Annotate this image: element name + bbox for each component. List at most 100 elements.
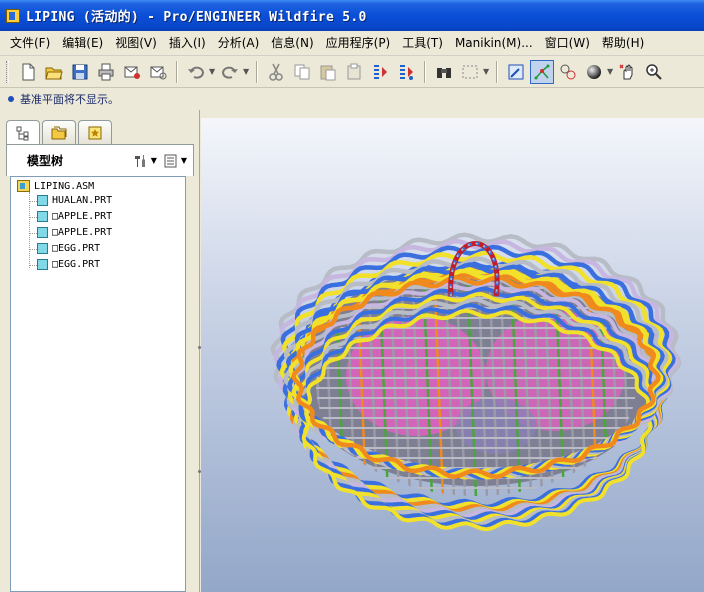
menu-info[interactable]: 信息(N) — [265, 31, 319, 56]
tree-root-node[interactable]: LIPING.ASM — [17, 180, 94, 192]
tree-connector — [29, 192, 30, 268]
scissors-icon — [269, 63, 283, 81]
model-tree-icon — [16, 126, 29, 141]
tree-item[interactable]: □APPLE.PRT — [37, 211, 112, 222]
orient-icon — [560, 64, 576, 79]
graphics-viewport[interactable] — [201, 118, 704, 592]
email-attach-button[interactable] — [146, 60, 170, 84]
shading-dropdown-icon[interactable]: ▼ — [607, 67, 615, 76]
settings-dropdown-icon: ▼ — [150, 156, 157, 165]
copy-icon — [294, 64, 310, 79]
regenerate-manager-icon — [400, 64, 413, 80]
copy-button[interactable] — [290, 60, 314, 84]
regenerate-manager-button[interactable] — [394, 60, 418, 84]
menu-analysis[interactable]: 分析(A) — [212, 31, 266, 56]
menu-window[interactable]: 窗口(W) — [539, 31, 596, 56]
part-icon — [37, 227, 48, 238]
mail-icon — [124, 66, 140, 79]
shading-button[interactable] — [582, 60, 606, 84]
regenerate-button[interactable] — [368, 60, 392, 84]
main-toolbar: ▼ ▼ ▼ ▼ — [0, 56, 704, 88]
show-list-icon — [164, 154, 177, 167]
dynamic-orient-button[interactable] — [616, 60, 640, 84]
spin-center-icon — [534, 64, 550, 79]
regenerate-icon — [374, 64, 387, 79]
open-folder-icon — [45, 67, 63, 79]
model-tree-title: 模型树 — [27, 154, 64, 168]
print-button[interactable] — [94, 60, 118, 84]
menu-manikin[interactable]: Manikin(M)... — [449, 31, 539, 56]
folder-browser-icon — [51, 126, 67, 139]
menu-tools[interactable]: 工具(T) — [396, 31, 449, 56]
basket-model-render — [270, 232, 682, 532]
save-icon — [72, 64, 88, 79]
binoculars-icon — [437, 67, 451, 78]
tree-show-button[interactable]: ▼ — [163, 153, 187, 169]
menu-view[interactable]: 视图(V) — [109, 31, 163, 56]
paste-special-icon — [347, 63, 361, 79]
toolbar-separator — [256, 60, 258, 83]
menu-edit[interactable]: 编辑(E) — [56, 31, 109, 56]
new-file-icon — [22, 63, 35, 80]
menu-help[interactable]: 帮助(H) — [596, 31, 650, 56]
assembly-icon — [17, 180, 30, 192]
part-icon — [37, 243, 48, 254]
find-button[interactable] — [432, 60, 456, 84]
redo-dropdown-icon[interactable]: ▼ — [243, 67, 251, 76]
menu-applications[interactable]: 应用程序(P) — [320, 31, 397, 56]
menu-file[interactable]: 文件(F) — [4, 31, 56, 56]
hand-icon — [619, 63, 633, 79]
select-box-icon — [462, 65, 478, 78]
message-area: 基准平面将不显示。 — [0, 88, 704, 110]
sphere-icon — [587, 64, 601, 79]
tree-item-label: HUALAN.PRT — [52, 195, 113, 206]
printer-icon — [98, 63, 114, 80]
tree-item-label: □APPLE.PRT — [52, 211, 113, 222]
tree-connector — [29, 265, 37, 266]
orient-button[interactable] — [556, 60, 580, 84]
tree-item[interactable]: □APPLE.PRT — [37, 227, 112, 238]
cut-button[interactable] — [264, 60, 288, 84]
tree-item[interactable]: □EGG.PRT — [37, 259, 100, 270]
mail-attach-icon — [150, 66, 167, 79]
paste-button[interactable] — [316, 60, 340, 84]
part-icon — [37, 211, 48, 222]
toolbar-separator — [424, 60, 426, 83]
new-file-button[interactable] — [16, 60, 40, 84]
tree-settings-button[interactable]: ▼ — [133, 153, 157, 169]
paste-special-button[interactable] — [342, 60, 366, 84]
navigator-panel: 模型树 ▼ ▼ LIPING.ASM HUALAN.PRT □APPLE.PRT — [0, 110, 200, 592]
favorites-tab[interactable] — [78, 120, 112, 144]
folder-browser-tab[interactable] — [42, 120, 76, 144]
undo-button[interactable] — [184, 60, 208, 84]
undo-dropdown-icon[interactable]: ▼ — [209, 67, 217, 76]
tree-item[interactable]: □EGG.PRT — [37, 243, 100, 254]
toolbar-separator — [496, 60, 498, 83]
part-icon — [37, 259, 48, 270]
select-dropdown-icon[interactable]: ▼ — [483, 67, 491, 76]
proe-app-icon — [6, 8, 20, 23]
toolbar-grip[interactable] — [6, 60, 9, 83]
zoom-icon — [646, 63, 662, 80]
show-dropdown-icon: ▼ — [180, 156, 187, 165]
title-bar: LIPING (活动的) - Pro/ENGINEER Wildfire 5.0 — [0, 0, 704, 31]
spin-center-button[interactable] — [530, 59, 554, 84]
tree-item[interactable]: HUALAN.PRT — [37, 195, 112, 206]
redo-button[interactable] — [218, 60, 242, 84]
repaint-button[interactable] — [504, 60, 528, 84]
open-button[interactable] — [42, 60, 66, 84]
repaint-icon — [508, 64, 524, 79]
redo-icon — [222, 66, 238, 79]
tree-connector — [29, 249, 37, 250]
message-bullet-icon — [8, 96, 14, 102]
tree-connector — [29, 233, 37, 234]
menu-bar: 文件(F) 编辑(E) 视图(V) 插入(I) 分析(A) 信息(N) 应用程序… — [0, 31, 704, 56]
save-button[interactable] — [68, 60, 92, 84]
menu-insert[interactable]: 插入(I) — [163, 31, 212, 56]
model-tree-header: 模型树 ▼ ▼ — [6, 144, 194, 176]
model-tree-tab[interactable] — [6, 120, 40, 145]
send-mail-button[interactable] — [120, 60, 144, 84]
zoom-button[interactable] — [642, 60, 666, 84]
window-title: LIPING (活动的) - Pro/ENGINEER Wildfire 5.0 — [26, 10, 367, 25]
select-box-button[interactable] — [458, 60, 482, 84]
